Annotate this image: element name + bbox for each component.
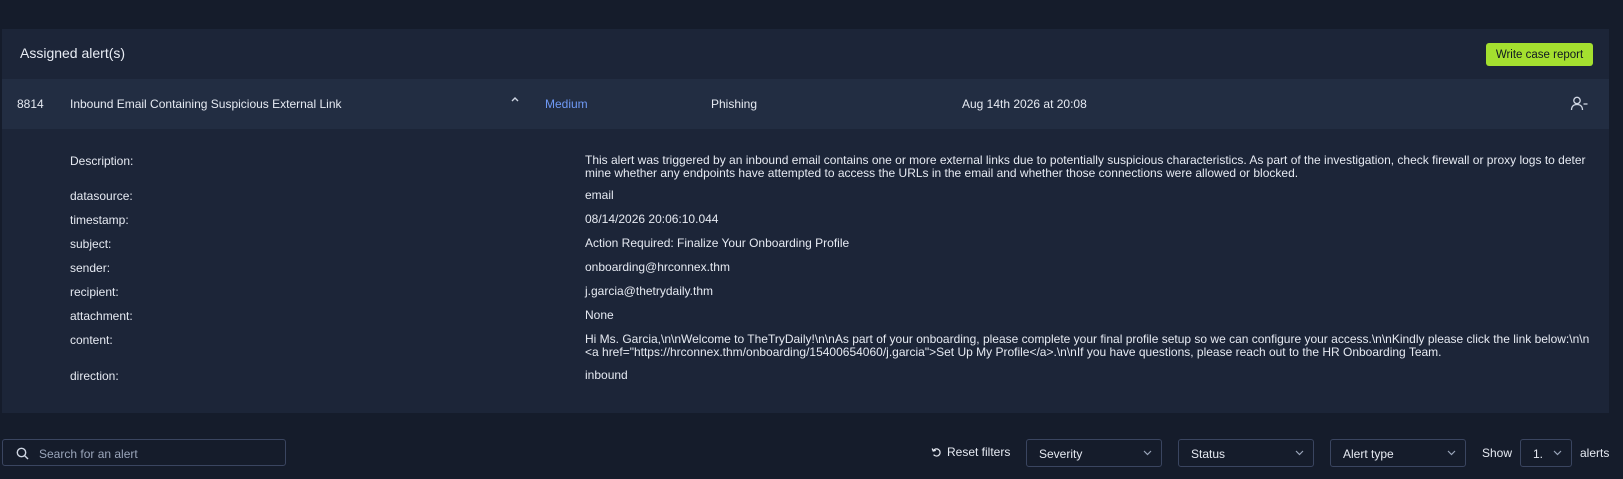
chevron-down-icon [1295,450,1304,456]
alert-row[interactable]: 8814 Inbound Email Containing Suspicious… [2,79,1609,129]
alert-title: Inbound Email Containing Suspicious Exte… [70,97,342,111]
detail-key: attachment: [70,309,133,323]
page-size-value: 1. [1533,447,1544,461]
reset-filters-button[interactable]: Reset filters [931,445,1010,459]
search-box[interactable] [2,439,286,466]
chevron-down-icon [1553,450,1562,456]
detail-key: timestamp: [70,213,129,227]
detail-key: content: [70,333,113,347]
alert-id: 8814 [17,97,44,111]
detail-value: j.garcia@thetrydaily.thm [585,284,714,298]
chevron-up-icon[interactable] [509,93,521,105]
alerts-label: alerts [1580,446,1610,460]
chevron-down-icon [1143,450,1152,456]
assigned-alerts-panel: Assigned alert(s) Write case report 8814… [2,29,1609,413]
reset-filters-label: Reset filters [947,445,1011,459]
detail-value: email [585,188,614,202]
detail-value: inbound [585,368,628,382]
alert-severity: Medium [545,97,588,111]
detail-value: Action Required: Finalize Your Onboardin… [585,236,850,250]
severity-select-label: Severity [1039,447,1083,461]
severity-select[interactable]: Severity [1026,439,1162,467]
write-case-report-button[interactable]: Write case report [1486,43,1593,66]
detail-value: onboarding@hrconnex.thm [585,260,730,274]
status-select[interactable]: Status [1178,439,1314,467]
alert-details: Description: This alert was triggered by… [2,129,1609,413]
panel-header: Assigned alert(s) Write case report [2,29,1609,79]
chevron-down-icon [1447,450,1456,456]
detail-value: None [585,308,614,322]
status-select-label: Status [1191,447,1226,461]
alert-date: Aug 14th 2026 at 20:08 [962,97,1087,111]
detail-key: datasource: [70,189,133,203]
show-label: Show [1482,446,1513,460]
search-icon [16,447,29,460]
alert-type: Phishing [711,97,758,111]
alert-type-select[interactable]: Alert type [1330,439,1466,467]
detail-value: This alert was triggered by an inbound e… [585,153,1586,180]
detail-value: Hi Ms. Garcia,\n\nWelcome to TheTryDaily… [585,332,1590,359]
detail-key: direction: [70,369,119,383]
page-size-select[interactable]: 1. [1520,439,1572,467]
detail-key: subject: [70,237,112,251]
search-input[interactable] [37,444,281,464]
detail-key: recipient: [70,285,119,299]
alert-type-select-label: Alert type [1343,447,1394,461]
unassign-user-icon[interactable] [1569,94,1589,114]
panel-title: Assigned alert(s) [20,45,126,61]
reset-icon [931,447,941,457]
detail-value: 08/14/2026 20:06:10.044 [585,212,719,226]
detail-key: Description: [70,154,134,168]
detail-key: sender: [70,261,111,275]
